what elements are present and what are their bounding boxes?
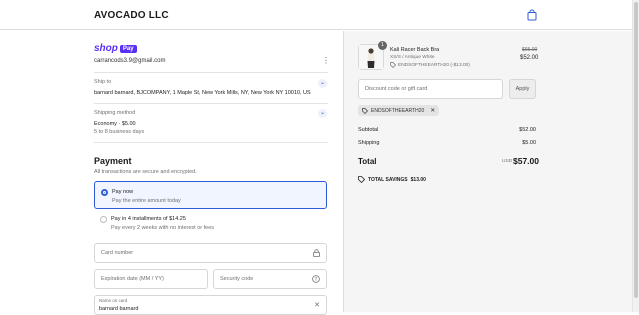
shop-pay-shop-text: shop <box>94 43 118 54</box>
security-code-input[interactable]: Security code ? <box>213 269 327 289</box>
shop-pay-badge: Pay <box>119 44 137 53</box>
shipping-value: $5.00 <box>522 140 536 146</box>
brand-name[interactable]: AVOCADO LLC <box>94 10 169 21</box>
card-number-placeholder: Card number <box>101 250 134 256</box>
option-subtitle: Pay every 2 weeks with no interest or fe… <box>111 225 215 231</box>
name-on-card-input[interactable]: Name on card barnard barnard ✕ <box>94 295 327 315</box>
clear-icon[interactable]: ✕ <box>314 301 320 309</box>
subtotal-label: Subtotal <box>358 127 379 133</box>
subtotal-value: $52.00 <box>519 127 536 133</box>
svg-text:?: ? <box>315 277 318 283</box>
tag-icon <box>358 176 365 183</box>
discount-chip-code: ENDSOFTHEEARTH20 <box>371 107 425 114</box>
quantity-badge: 1 <box>378 41 387 50</box>
currency-code: USD <box>502 159 513 164</box>
expiration-placeholder: Expiration date (MM / YY) <box>101 276 164 282</box>
product-discount: ENDSOFTHEEARTH20 (-$13.00) <box>390 62 470 68</box>
scrollbar-thumb[interactable] <box>634 2 638 298</box>
tag-icon <box>390 62 396 68</box>
product-variant: XS/S / Antique White <box>390 55 435 60</box>
divider <box>94 142 328 143</box>
total-value: $57.00 <box>513 156 539 166</box>
option-title: Pay in 4 installments of $14.25 <box>111 216 186 222</box>
security-code-placeholder: Security code <box>220 276 254 282</box>
payment-title: Payment <box>94 156 132 166</box>
page-scrollbar[interactable] <box>632 0 639 312</box>
name-on-card-label: Name on card <box>99 298 128 303</box>
discounted-price: $52.00 <box>520 55 539 61</box>
shipping-row: Shipping $5.00 <box>358 140 536 146</box>
original-price: $65.00 <box>522 47 538 53</box>
installments-option[interactable]: Pay in 4 installments of $14.25 Pay ever… <box>94 209 327 237</box>
card-number-input[interactable]: Card number <box>94 243 327 263</box>
divider <box>94 103 328 104</box>
pay-now-option[interactable]: Pay now Pay the entire amount today <box>94 181 327 209</box>
shipping-method-value: Economy · $5.00 <box>94 121 136 127</box>
shipping-method-label: Shipping method <box>94 110 136 116</box>
payment-subtitle: All transactions are secure and encrypte… <box>94 169 197 175</box>
tag-icon <box>362 107 368 114</box>
option-title: Pay now <box>112 189 134 195</box>
total-savings: TOTAL SAVINGS $13.00 <box>358 176 426 183</box>
product-name: Kali Racer Back Bra <box>390 47 440 53</box>
subtotal-row: Subtotal $52.00 <box>358 127 536 133</box>
ship-to-address: barnard barnard, BJCOMPANY, 1 Maple St, … <box>94 90 311 96</box>
chevron-down-icon[interactable]: ⌄ <box>318 109 327 118</box>
discount-chip: ENDSOFTHEEARTH20 ✕ <box>358 105 440 116</box>
option-subtitle: Pay the entire amount today <box>112 198 181 204</box>
order-summary-panel <box>343 31 632 312</box>
apply-button[interactable]: Apply <box>509 79 536 99</box>
shop-pay-logo: shop Pay <box>94 43 137 54</box>
divider <box>94 72 328 73</box>
savings-label: TOTAL SAVINGS <box>368 176 408 183</box>
shipping-eta: 5 to 8 business days <box>94 129 145 135</box>
account-email: carrancods3.9@gmail.com <box>94 58 166 64</box>
more-options-icon[interactable]: ⋮ <box>322 56 330 65</box>
shipping-label: Shipping <box>358 140 380 146</box>
product-discount-text: ENDSOFTHEEARTH20 (-$13.00) <box>398 62 470 68</box>
remove-discount-icon[interactable]: ✕ <box>430 107 435 114</box>
help-icon[interactable]: ? <box>312 275 320 283</box>
chevron-down-icon[interactable]: ⌄ <box>318 79 327 88</box>
radio-selected[interactable] <box>101 189 108 196</box>
lock-icon <box>313 249 320 257</box>
discount-placeholder: Discount code or gift card <box>365 86 428 92</box>
header: AVOCADO LLC <box>0 0 632 30</box>
shopping-bag-icon[interactable] <box>526 9 538 21</box>
radio-unselected[interactable] <box>100 216 107 223</box>
discount-code-input[interactable]: Discount code or gift card <box>358 79 503 99</box>
name-on-card-value: barnard barnard <box>99 306 139 312</box>
total-label: Total <box>358 157 377 166</box>
ship-to-label: Ship to <box>94 79 112 85</box>
savings-value: $13.00 <box>410 176 426 183</box>
expiration-date-input[interactable]: Expiration date (MM / YY) <box>94 269 208 289</box>
